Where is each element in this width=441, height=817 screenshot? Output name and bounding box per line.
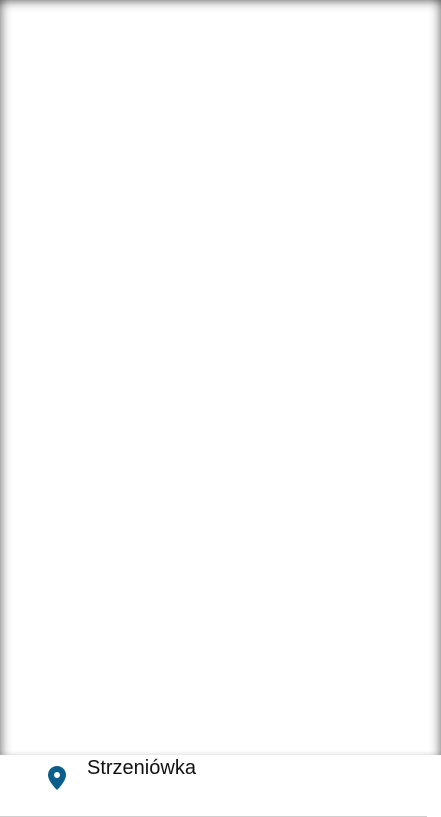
- location-pin-icon: [48, 349, 66, 373]
- location-pin-icon: [48, 438, 66, 462]
- item-title: Strzegom: [87, 340, 173, 362]
- location-pin-icon: [48, 270, 66, 294]
- item-subtitle: lubuskie, strzelecko-drezdenecki, Strzel…: [87, 450, 394, 465]
- list-item[interactable]: Strzelno kujawsko-pomorskie, mogileński,…: [0, 501, 427, 580]
- item-subtitle: pomorskie, wejherowski, Łęczyce: [87, 630, 280, 645]
- results-list: Strzelin dolnośląskie, strzeliński, Strz…: [0, 163, 441, 817]
- list-item[interactable]: Strzebiń śląskie, lubliniecki, Koszęcin: [0, 659, 427, 738]
- dashed-arrow-annotation: [360, 87, 413, 230]
- item-title: Strzelce Krajeńskie: [87, 419, 259, 441]
- item-subtitle: opolskie, strzelecki, Strzelce Opolskie: [87, 292, 305, 307]
- list-item[interactable]: Strzeniówka: [0, 738, 427, 817]
- voivodeship-select[interactable]: Cała Polska ▼: [150, 113, 300, 145]
- item-title: Strzelno: [87, 520, 161, 542]
- item-subtitle: kujawsko-pomorskie, mogileński, Strzelno: [87, 551, 329, 566]
- list-item[interactable]: Strzebielino pomorskie, wejherowski, Łęc…: [0, 580, 427, 659]
- item-title: Strzebiń: [87, 678, 161, 700]
- search-input[interactable]: [84, 51, 384, 77]
- list-item[interactable]: Strzelce Opolskie opolskie, strzelecki, …: [0, 242, 427, 321]
- location-pin-icon: [48, 608, 66, 632]
- voivodeship-selected-value: Cała Polska: [173, 120, 259, 138]
- location-pin-icon: [48, 191, 66, 215]
- list-item[interactable]: Strzelce Krajeńskie lubuskie, strzelecko…: [0, 400, 427, 501]
- item-title: Strzelin: [87, 182, 154, 204]
- location-pin-icon: [48, 687, 66, 711]
- location-pin-icon: [48, 529, 66, 553]
- search-icon: [47, 55, 62, 70]
- caret-down-icon: ▼: [265, 123, 277, 135]
- item-subtitle: dolnośląskie, świdnicki, Strzegom: [87, 371, 281, 386]
- location-pin-icon: [48, 766, 66, 790]
- list-item[interactable]: Strzegom dolnośląskie, świdnicki, Strzeg…: [0, 321, 427, 400]
- item-title: Strzelce Opolskie: [87, 261, 243, 283]
- voivodeship-label: Województwo:: [33, 121, 137, 138]
- item-title: Strzebielino: [87, 599, 192, 621]
- item-subtitle: śląskie, lubliniecki, Koszęcin: [87, 709, 251, 724]
- item-title: Strzeniówka: [87, 757, 196, 779]
